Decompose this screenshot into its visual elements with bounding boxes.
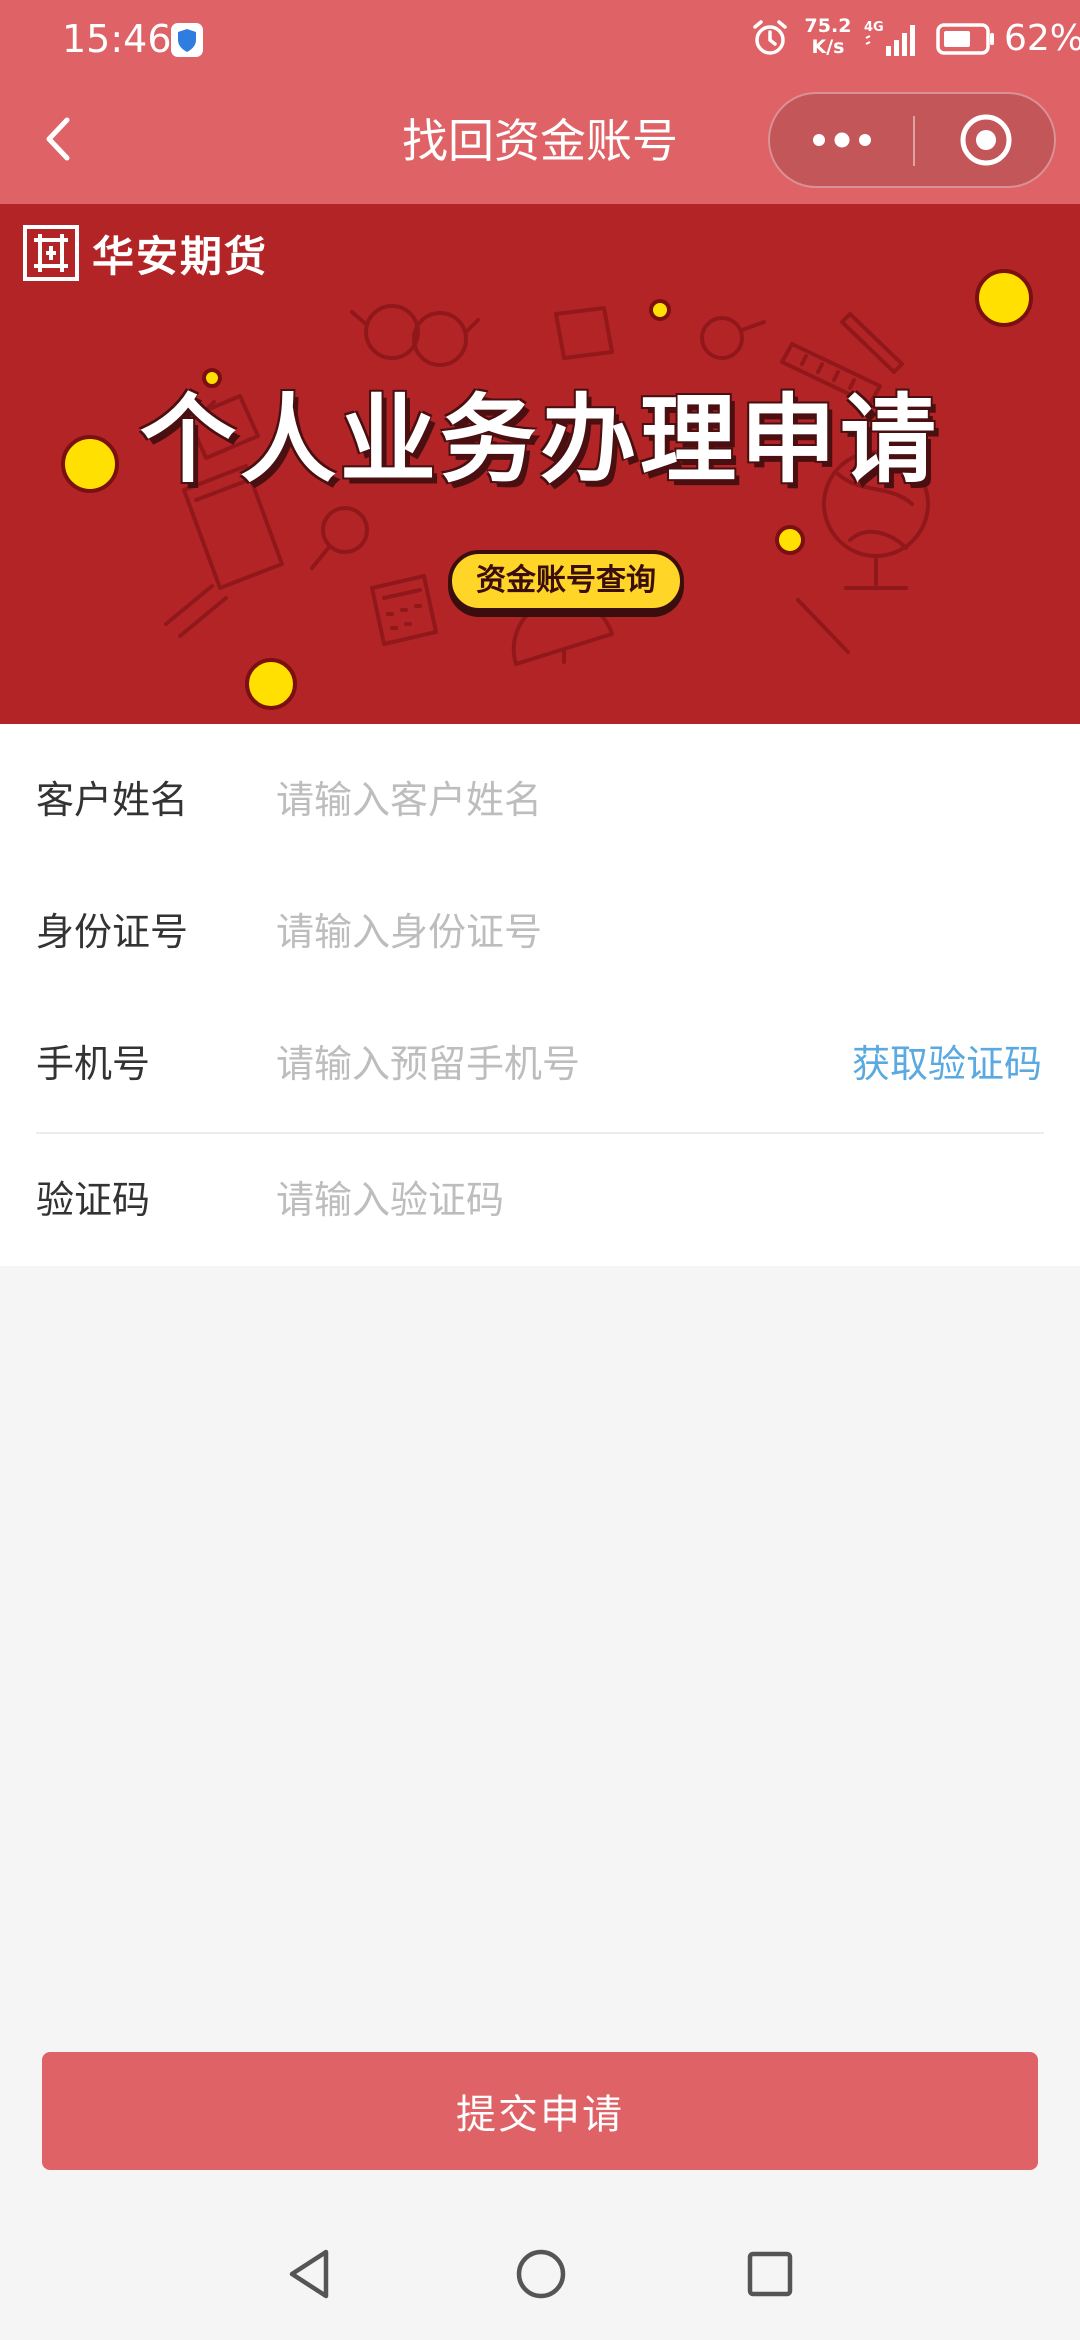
mini-program-capsule [768, 92, 1056, 188]
nav-bar: 找回资金账号 [0, 78, 1080, 204]
phone-input[interactable] [276, 1032, 816, 1096]
system-recent-apps-icon[interactable] [744, 2246, 796, 2302]
form-row-phone: 手机号 获取验证码 [0, 998, 1080, 1130]
system-home-icon[interactable] [514, 2246, 568, 2302]
alarm-icon [753, 20, 787, 55]
brand-name: 华安期货 [92, 231, 269, 281]
banner: 华安期货 个人业务办理申请 资金账号查询 [0, 204, 1080, 724]
get-verification-code-button[interactable]: 获取验证码 [852, 1036, 1042, 1092]
battery-icon [936, 23, 994, 55]
more-button[interactable] [770, 94, 913, 186]
verification-code-label: 验证码 [36, 1178, 151, 1222]
header: 15:46 75.2 K/s 4G 62% 找回资金账号 [0, 0, 1080, 204]
system-navigation-bar [0, 2230, 1080, 2340]
net-speed-unit: K/s [811, 36, 845, 58]
brand: 华安期货 [22, 220, 268, 286]
shield-icon [171, 23, 203, 57]
signal-icon: 4G [864, 20, 915, 56]
net-speed-value: 75.2 [804, 15, 852, 37]
verification-code-input[interactable] [276, 1168, 816, 1232]
id-number-input[interactable] [276, 900, 816, 964]
status-bar: 15:46 75.2 K/s 4G 62% [0, 0, 1080, 78]
form-row-id-number: 身份证号 [0, 866, 1080, 998]
status-time: 15:46 [62, 17, 172, 61]
net-speed: 75.2 K/s [800, 16, 856, 58]
phone-label: 手机号 [36, 1042, 151, 1086]
network-type-label: 4G [864, 20, 884, 35]
more-dots-icon [812, 132, 871, 148]
banner-tag: 资金账号查询 [448, 550, 684, 612]
form-row-verification-code: 验证码 [0, 1134, 1080, 1266]
submit-application-button[interactable]: 提交申请 [42, 2052, 1038, 2170]
form-row-customer-name: 客户姓名 [0, 734, 1080, 866]
id-number-label: 身份证号 [36, 910, 189, 954]
target-close-icon [960, 114, 1011, 166]
account-recovery-form: 客户姓名 身份证号 手机号 获取验证码 验证码 [0, 724, 1080, 1266]
close-mini-program-button[interactable] [915, 94, 1056, 186]
customer-name-input[interactable] [276, 768, 816, 832]
customer-name-label: 客户姓名 [36, 778, 189, 822]
banner-headline: 个人业务办理申请 [140, 384, 940, 496]
huaan-logo-icon [23, 225, 79, 281]
system-back-icon[interactable] [284, 2246, 334, 2302]
battery-percentage: 62% [1004, 18, 1080, 59]
